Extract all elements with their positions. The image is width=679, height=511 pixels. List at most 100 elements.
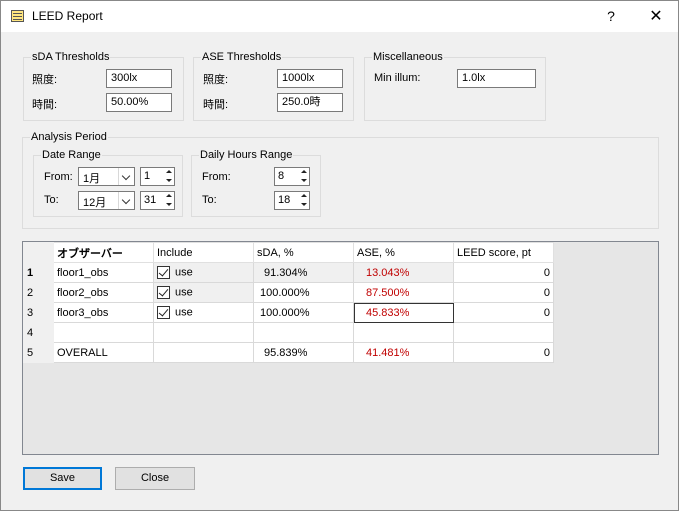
header-row: オブザーバー Include sDA, % ASE, % LEED score,… — [23, 242, 554, 263]
title-bar[interactable]: LEED Report ? ✕ — [1, 1, 678, 32]
include-cell[interactable]: use — [153, 282, 254, 303]
ase-illum-input[interactable]: 1000lx — [277, 69, 343, 88]
include-cell[interactable] — [153, 342, 254, 363]
column-header-observer[interactable]: オブザーバー — [53, 242, 154, 263]
from-month-select[interactable]: 1月 — [78, 167, 135, 186]
observer-cell[interactable] — [53, 322, 154, 343]
table-row[interactable]: 1 floor1_obs use 91.304% 13.043% 0 — [23, 262, 554, 283]
row-header[interactable]: 1 — [23, 262, 54, 283]
column-header-sda[interactable]: sDA, % — [253, 242, 354, 263]
spin-up-icon[interactable] — [298, 192, 309, 200]
include-label: use — [175, 306, 193, 319]
corner-cell — [23, 242, 54, 263]
leed-score-cell[interactable] — [453, 322, 554, 343]
min-illum-input[interactable]: 1.0lx — [457, 69, 536, 88]
spin-down-icon[interactable] — [298, 201, 309, 209]
date-range-legend: Date Range — [42, 149, 101, 161]
save-button[interactable]: Save — [23, 467, 102, 490]
hours-from-label: From: — [202, 171, 231, 183]
sda-time-label: 時間: — [32, 99, 58, 111]
chevron-down-icon[interactable] — [118, 168, 134, 185]
sda-cell: 100.000% — [253, 282, 354, 303]
spin-down-icon[interactable] — [163, 201, 174, 209]
sda-cell: 91.304% — [253, 262, 354, 283]
observer-cell[interactable]: floor3_obs — [53, 302, 154, 323]
from-day-value: 1 — [144, 170, 151, 182]
min-illum-label: Min illum: — [374, 72, 421, 84]
date-to-label: To: — [44, 194, 59, 206]
ase-cell: 13.043% — [353, 262, 454, 283]
from-month-value: 1月 — [83, 173, 101, 185]
leed-score-cell[interactable]: 0 — [453, 282, 554, 303]
hours-to-label: To: — [202, 194, 217, 206]
ase-time-input[interactable]: 250.0時 — [277, 93, 343, 112]
hours-from-value: 8 — [278, 170, 285, 182]
leed-score-cell[interactable]: 0 — [453, 302, 554, 323]
ase-cell — [353, 322, 454, 343]
daily-hours-range-legend: Daily Hours Range — [200, 149, 293, 161]
spin-down-icon[interactable] — [298, 177, 309, 185]
sda-thresholds-legend: sDA Thresholds — [32, 51, 110, 63]
row-header[interactable]: 2 — [23, 282, 54, 303]
include-checkbox[interactable] — [157, 286, 170, 299]
column-header-leed-score[interactable]: LEED score, pt — [453, 242, 554, 263]
miscellaneous-legend: Miscellaneous — [373, 51, 443, 63]
include-cell[interactable]: use — [153, 302, 254, 323]
sda-cell: 100.000% — [253, 302, 354, 323]
close-button[interactable]: Close — [115, 467, 195, 490]
help-button[interactable]: ? — [597, 3, 625, 29]
results-grid[interactable]: オブザーバー Include sDA, % ASE, % LEED score,… — [22, 241, 659, 455]
to-day-value: 31 — [144, 194, 157, 206]
chevron-down-icon[interactable] — [118, 192, 134, 209]
row-header[interactable]: 4 — [23, 322, 54, 343]
spin-up-icon[interactable] — [163, 168, 174, 176]
leed-report-dialog: LEED Report ? ✕ sDA Thresholds 照度: 300lx… — [0, 0, 679, 511]
sda-illum-label: 照度: — [32, 74, 58, 86]
ase-time-label: 時間: — [203, 99, 229, 111]
include-checkbox[interactable] — [157, 266, 170, 279]
window-title: LEED Report — [32, 9, 103, 23]
spin-down-icon[interactable] — [163, 177, 174, 185]
spin-up-icon[interactable] — [298, 168, 309, 176]
date-from-label: From: — [44, 171, 73, 183]
include-cell[interactable]: use — [153, 262, 254, 283]
include-cell[interactable] — [153, 322, 254, 343]
sda-cell — [253, 322, 354, 343]
analysis-period-legend: Analysis Period — [31, 131, 107, 143]
spin-up-icon[interactable] — [163, 192, 174, 200]
to-day-spinner[interactable]: 31 — [140, 191, 175, 210]
observer-cell[interactable]: floor2_obs — [53, 282, 154, 303]
to-month-select[interactable]: 12月 — [78, 191, 135, 210]
ase-illum-label: 照度: — [203, 74, 229, 86]
row-header[interactable]: 3 — [23, 302, 54, 323]
column-header-include[interactable]: Include — [153, 242, 254, 263]
table-row[interactable]: 5 OVERALL 95.839% 41.481% 0 — [23, 342, 554, 363]
observer-cell[interactable]: OVERALL — [53, 342, 154, 363]
include-label: use — [175, 286, 193, 299]
from-day-spinner[interactable]: 1 — [140, 167, 175, 186]
table-row[interactable]: 2 floor2_obs use 100.000% 87.500% 0 — [23, 282, 554, 303]
ase-cell: 41.481% — [353, 342, 454, 363]
ase-thresholds-legend: ASE Thresholds — [202, 51, 282, 63]
leed-score-cell[interactable]: 0 — [453, 262, 554, 283]
leed-score-cell[interactable]: 0 — [453, 342, 554, 363]
hours-to-spinner[interactable]: 18 — [274, 191, 310, 210]
report-app-icon — [11, 10, 24, 22]
table-row[interactable]: 3 floor3_obs use 100.000% 45.833% 0 — [23, 302, 554, 323]
sda-illum-input[interactable]: 300lx — [106, 69, 172, 88]
observer-cell[interactable]: floor1_obs — [53, 262, 154, 283]
results-table: オブザーバー Include sDA, % ASE, % LEED score,… — [23, 242, 554, 363]
sda-cell: 95.839% — [253, 342, 354, 363]
include-label: use — [175, 266, 193, 279]
table-row[interactable]: 4 — [23, 322, 554, 343]
hours-to-value: 18 — [278, 194, 291, 206]
ase-cell: 87.500% — [353, 282, 454, 303]
to-month-value: 12月 — [83, 197, 107, 209]
row-header[interactable]: 5 — [23, 342, 54, 363]
ase-cell: 45.833% — [353, 302, 454, 323]
hours-from-spinner[interactable]: 8 — [274, 167, 310, 186]
sda-time-input[interactable]: 50.00% — [106, 93, 172, 112]
close-window-button[interactable]: ✕ — [639, 3, 673, 29]
column-header-ase[interactable]: ASE, % — [353, 242, 454, 263]
include-checkbox[interactable] — [157, 306, 170, 319]
